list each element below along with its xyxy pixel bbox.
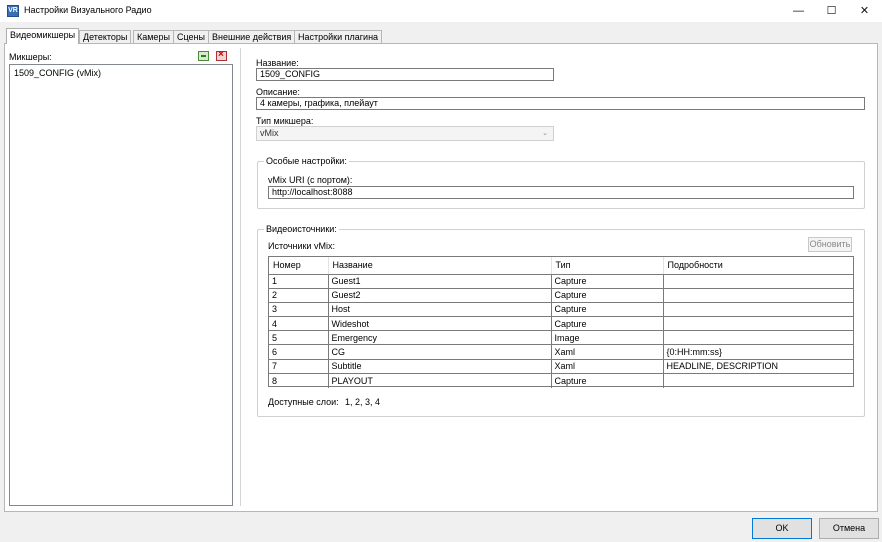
table-row[interactable]: 4 Wideshot Capture — [269, 316, 853, 332]
uri-label: vMix URI (с портом): — [268, 175, 353, 185]
table-cell: 3 — [269, 302, 329, 318]
table-cell: 7 — [269, 359, 329, 374]
table-cell: Xaml — [551, 344, 664, 360]
table-cell: Capture — [551, 302, 664, 318]
table-row[interactable]: 7 Subtitle Xaml HEADLINE, DESCRIPTION — [269, 359, 853, 374]
layers-label: Доступные слои: — [268, 397, 339, 407]
table-cell: Host — [328, 302, 552, 318]
table-cell — [663, 274, 853, 289]
mixer-type-select[interactable]: vMix ⌄ — [256, 126, 554, 141]
table-cell: Capture — [551, 316, 664, 332]
window-title: Настройки Визуального Радио — [24, 5, 152, 15]
tab-plugin-settings[interactable]: Настройки плагина — [294, 30, 383, 43]
table-cell: HEADLINE, DESCRIPTION — [663, 359, 853, 374]
table-cell: 6 — [269, 344, 329, 360]
tab-video-mixers[interactable]: Видеомикшеры — [6, 28, 80, 44]
tab-scenes[interactable]: Сцены — [173, 30, 209, 43]
title-bar: VR Настройки Визуального Радио — ☐ ✕ — [0, 0, 882, 22]
description-field[interactable]: 4 камеры, графика, плейаут — [256, 97, 865, 110]
refresh-button[interactable]: Обновить — [808, 237, 852, 252]
table-cell — [663, 373, 853, 387]
table-row[interactable]: 5 Emergency Image — [269, 330, 853, 346]
cancel-button[interactable]: Отмена — [819, 518, 879, 539]
sources-label: Источники vMix: — [268, 241, 335, 251]
column-header-type[interactable]: Тип — [551, 257, 664, 275]
table-row[interactable]: 2 Guest2 Capture — [269, 288, 853, 303]
tab-external-actions[interactable]: Внешние действия — [208, 30, 296, 43]
table-cell: Guest2 — [328, 288, 552, 303]
tab-detectors[interactable]: Детекторы — [79, 30, 132, 43]
table-cell: Xaml — [551, 359, 664, 374]
table-cell: Subtitle — [328, 359, 552, 374]
table-cell: Image — [551, 330, 664, 346]
name-label: Название: — [256, 58, 299, 68]
mixer-type-value: vMix — [260, 128, 279, 138]
mixers-label: Микшеры: — [9, 52, 52, 62]
table-cell: 4 — [269, 316, 329, 332]
column-header-details[interactable]: Подробности — [663, 257, 853, 275]
sources-table[interactable]: Номер Название Тип Подробности 1 Guest1 … — [268, 256, 854, 388]
table-cell: 5 — [269, 330, 329, 346]
layers-value: 1, 2, 3, 4 — [345, 397, 381, 407]
ok-button[interactable]: OK — [752, 518, 812, 539]
name-field[interactable]: 1509_CONFIG — [256, 68, 554, 81]
column-header-number[interactable]: Номер — [269, 257, 329, 275]
mixers-list[interactable]: 1509_CONFIG (vMix) — [9, 64, 233, 506]
table-cell — [663, 316, 853, 332]
table-cell: CG — [328, 344, 552, 360]
table-cell: Capture — [551, 288, 664, 303]
list-item[interactable]: 1509_CONFIG (vMix) — [14, 68, 101, 78]
special-settings-group: Особые настройки: — [257, 156, 865, 209]
uri-field[interactable]: http://localhost:8088 — [268, 186, 854, 199]
maximize-button[interactable]: ☐ — [815, 0, 848, 22]
table-cell — [663, 288, 853, 303]
table-row[interactable]: 6 CG Xaml {0:HH:mm:ss} — [269, 344, 853, 360]
close-button[interactable]: ✕ — [848, 0, 881, 22]
description-label: Описание: — [256, 87, 300, 97]
table-cell — [663, 302, 853, 318]
column-header-name[interactable]: Название — [328, 257, 552, 275]
table-cell: 1 — [269, 274, 329, 289]
table-cell: 8 — [269, 373, 329, 388]
minimize-button[interactable]: — — [782, 0, 815, 22]
table-cell: Guest1 — [328, 274, 552, 289]
app-icon: VR — [7, 5, 19, 17]
add-mixer-icon[interactable] — [198, 51, 209, 61]
table-cell: Capture — [551, 274, 664, 289]
table-cell: PLAYOUT — [328, 373, 552, 388]
table-cell: Capture — [551, 373, 664, 388]
table-row[interactable]: 1 Guest1 Capture — [269, 274, 853, 289]
special-settings-title: Особые настройки: — [264, 156, 349, 166]
table-header-row: Номер Название Тип Подробности — [269, 257, 853, 275]
delete-mixer-icon[interactable] — [216, 49, 227, 61]
table-cell: Wideshot — [328, 316, 552, 332]
tab-cameras[interactable]: Камеры — [133, 30, 174, 43]
table-cell: 2 — [269, 288, 329, 303]
table-cell: Emergency — [328, 330, 552, 346]
video-sources-title: Видеоисточники: — [264, 224, 339, 234]
mixer-type-label: Тип микшера: — [256, 116, 314, 126]
splitter[interactable] — [240, 48, 241, 506]
table-cell: {0:HH:mm:ss} — [663, 344, 853, 360]
table-cell — [663, 330, 853, 346]
table-row[interactable]: 8 PLAYOUT Capture — [269, 373, 853, 388]
table-row[interactable]: 3 Host Capture — [269, 302, 853, 318]
chevron-down-icon: ⌄ — [542, 130, 548, 137]
